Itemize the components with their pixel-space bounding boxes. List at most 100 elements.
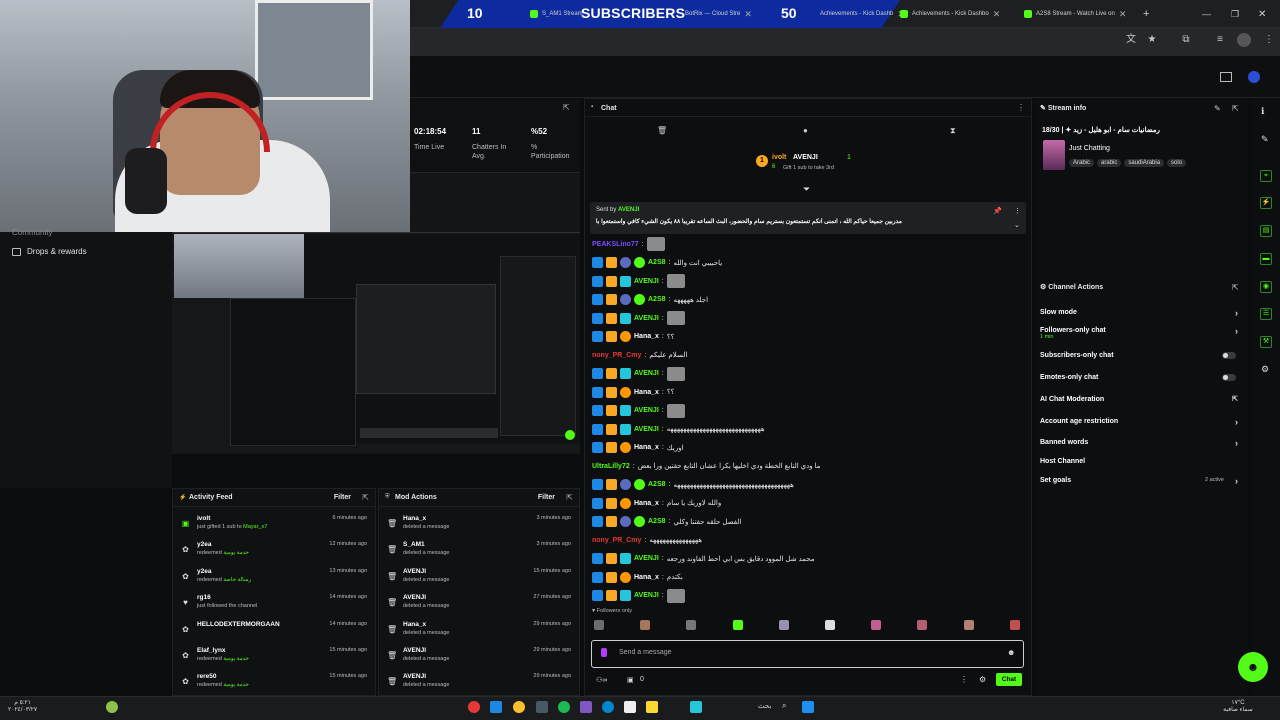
chat-username[interactable]: nony_PR_Cmy [592,537,641,544]
chat-username[interactable]: AVENJI [634,592,659,599]
mod-action-row[interactable]: 🗑 AVENJI deleted a message 27 minutes ago [379,592,579,618]
target-icon[interactable]: ⌖ [1260,170,1272,182]
toggle-switch[interactable] [1222,352,1236,359]
taskbar-weather[interactable]: ١٧°C سماء صافية [1216,699,1260,713]
chat-username[interactable]: A2S8 [648,518,666,525]
activity-feed-row[interactable]: ✿ y2ea redeemed رسالة خاصة 13 minutes ago [173,566,375,592]
mod-action-row[interactable]: 🗑 Hana_x deleted a message 29 minutes ago [379,619,579,645]
bookmark-star-icon[interactable]: ★ [1145,33,1159,47]
mod-action-row[interactable]: 🗑 S_AM1 deleted a message 3 minutes ago [379,539,579,565]
channel-action-account-age-restriction[interactable]: Account age restriction › [1040,417,1242,427]
emote-icon[interactable] [778,620,789,630]
taskbar-clock[interactable]: ٥:٢١ م ٢٠٢٤/٠٣/٢٧ [8,699,37,713]
emoji-icon[interactable]: ☻ [1007,648,1015,657]
emote-icon[interactable] [825,620,835,630]
edit-pencil-icon[interactable]: ✎ [1214,104,1221,113]
chat-username[interactable]: Hana_x [634,500,659,507]
file-explorer-icon[interactable] [646,701,658,713]
chat-username[interactable]: AVENJI [634,315,659,322]
popout-icon[interactable]: ⇱ [1232,283,1239,292]
emote-icon[interactable] [686,620,697,630]
menu-icon[interactable]: ⋮ [1262,33,1276,47]
translate-icon[interactable]: 文 [1124,33,1138,47]
chat-username[interactable]: PEAKSLino77 [592,241,639,248]
mod-action-row[interactable]: 🗑 AVENJI deleted a message 15 minutes ago [379,566,579,592]
activity-username[interactable]: Elaf_lynx [197,647,226,654]
channel-action-followers-only-chat[interactable]: Followers-only chat 1 min › [1040,326,1242,340]
chat-username[interactable]: Hana_x [634,389,659,396]
activity-feed-row[interactable]: ✿ HELLODEXTERMORGAAN 14 minutes ago [173,619,375,645]
close-tab-icon[interactable]: ✕ [1119,9,1127,20]
close-tab-icon[interactable]: ✕ [993,9,1001,20]
popout-icon[interactable]: ⇱ [362,493,369,502]
chat-username[interactable]: AVENJI [634,555,659,562]
browser-tab[interactable]: BotRix — Cloud Stre ✕ [685,5,752,23]
top-gifter-name[interactable]: ivolt [772,154,786,161]
category-name[interactable]: Just Chatting [1069,145,1110,152]
new-tab-button[interactable]: + [1143,5,1149,23]
pencil-icon[interactable]: ✎ [1261,134,1269,145]
emote-icon[interactable] [917,620,928,630]
extensions-icon[interactable]: ⧉ [1179,33,1193,47]
clipboard-icon[interactable]: ▤ [1260,225,1272,237]
activity-username[interactable]: rere50 [197,673,217,680]
channel-action-host-channel[interactable]: Host Channel [1040,458,1242,465]
search-icon[interactable]: ⌕ [782,701,786,711]
chat-message[interactable]: PEAKSLino77: [592,236,665,252]
taskbar-app-icon[interactable] [624,701,636,713]
users-icon[interactable]: ⚇∞ [596,676,607,684]
chat-message[interactable]: nony_PR_Cmy: السلام عليكم [592,347,687,363]
emote-icon[interactable] [732,620,743,630]
sidebar-item-community[interactable]: Community [12,228,52,237]
taskbar-app-icon[interactable] [580,701,592,713]
popout-icon[interactable]: ⇱ [566,493,573,502]
collapse-icon[interactable]: ⏷ [803,184,810,195]
chat-username[interactable]: Hana_x [634,333,659,340]
chat-username[interactable]: A2S8 [648,481,666,488]
mod-action-username[interactable]: AVENJI [403,647,426,654]
pinned-menu-icon[interactable]: ⋮ [1014,207,1021,215]
botrix-floating-button[interactable]: ☻ [1238,652,1268,682]
mod-action-row[interactable]: 🗑 AVENJI deleted a message 29 minutes ago [379,671,579,697]
browser-tab[interactable]: S_AM1 Stream [530,5,583,23]
activity-feed-row[interactable]: ✿ Elaf_lynx redeemed خدمة يومية 15 minutes … [173,645,375,671]
sidebar-item-drops[interactable]: Drops & rewards [12,247,87,256]
taskbar-app-icon[interactable] [536,701,548,713]
chat-message[interactable]: Hana_x: والله لاوريك يا سام [592,495,721,511]
channel-action-ai-chat-moderation[interactable]: AI Chat Moderation ⇱ [1040,396,1242,403]
chevron-down-icon[interactable]: ⌄ [1014,221,1020,229]
chat-message[interactable]: AVENJI: [592,310,685,326]
emote-icon[interactable] [594,620,604,630]
chat-username[interactable]: A2S8 [648,259,666,266]
second-gifter-name[interactable]: AVENJI [793,154,818,161]
activity-feed-row[interactable]: ▣ ivolt just gifted 1 sub to Mayar_x7 6 min… [173,513,375,539]
pin-icon[interactable]: 📌 [993,207,1002,215]
chat-message[interactable]: AVENJI: [592,273,685,289]
taskbar-app-icon[interactable] [490,701,502,713]
chat-message[interactable]: Hana_x: ؟؟ [592,329,674,345]
chat-username[interactable]: AVENJI [634,278,659,285]
chat-username[interactable]: Hana_x [634,444,659,451]
emote-icon[interactable] [640,620,651,630]
browser-tab[interactable]: Achievements - Kick Dashbo ✕ [900,5,1000,23]
user-avatar[interactable] [1248,71,1260,83]
channel-action-banned-words[interactable]: Banned words › [1040,438,1242,448]
edge-icon[interactable] [602,701,614,713]
chat-icon[interactable]: ▬ [1260,253,1272,265]
chat-username[interactable]: nony_PR_Cmy [592,352,641,359]
mod-action-username[interactable]: AVENJI [403,594,426,601]
chat-more-icon[interactable]: ⋮ [960,675,968,684]
media-icon[interactable]: ≡ [1213,33,1227,47]
mod-action-username[interactable]: AVENJI [403,673,426,680]
tray-icon[interactable] [106,701,118,713]
chat-message[interactable]: nony_PR_Cmy: هههههههههههههههه [592,532,702,548]
browser-tab[interactable]: Achievements - Kick Dashb✕ [820,5,905,23]
activity-filter-button[interactable]: Filter [334,494,351,501]
channel-action-emotes-only-chat[interactable]: Emotes-only chat [1040,374,1242,381]
mod-action-row[interactable]: 🗑 AVENJI deleted a message 29 minutes ago [379,645,579,671]
broadcast-icon[interactable]: ◉ [1260,281,1272,293]
chat-username[interactable]: Hana_x [634,574,659,581]
chat-message[interactable]: AVENJI: [592,403,685,419]
trash-icon[interactable]: 🗑 [657,126,667,135]
windows-start-icon[interactable] [802,701,814,713]
